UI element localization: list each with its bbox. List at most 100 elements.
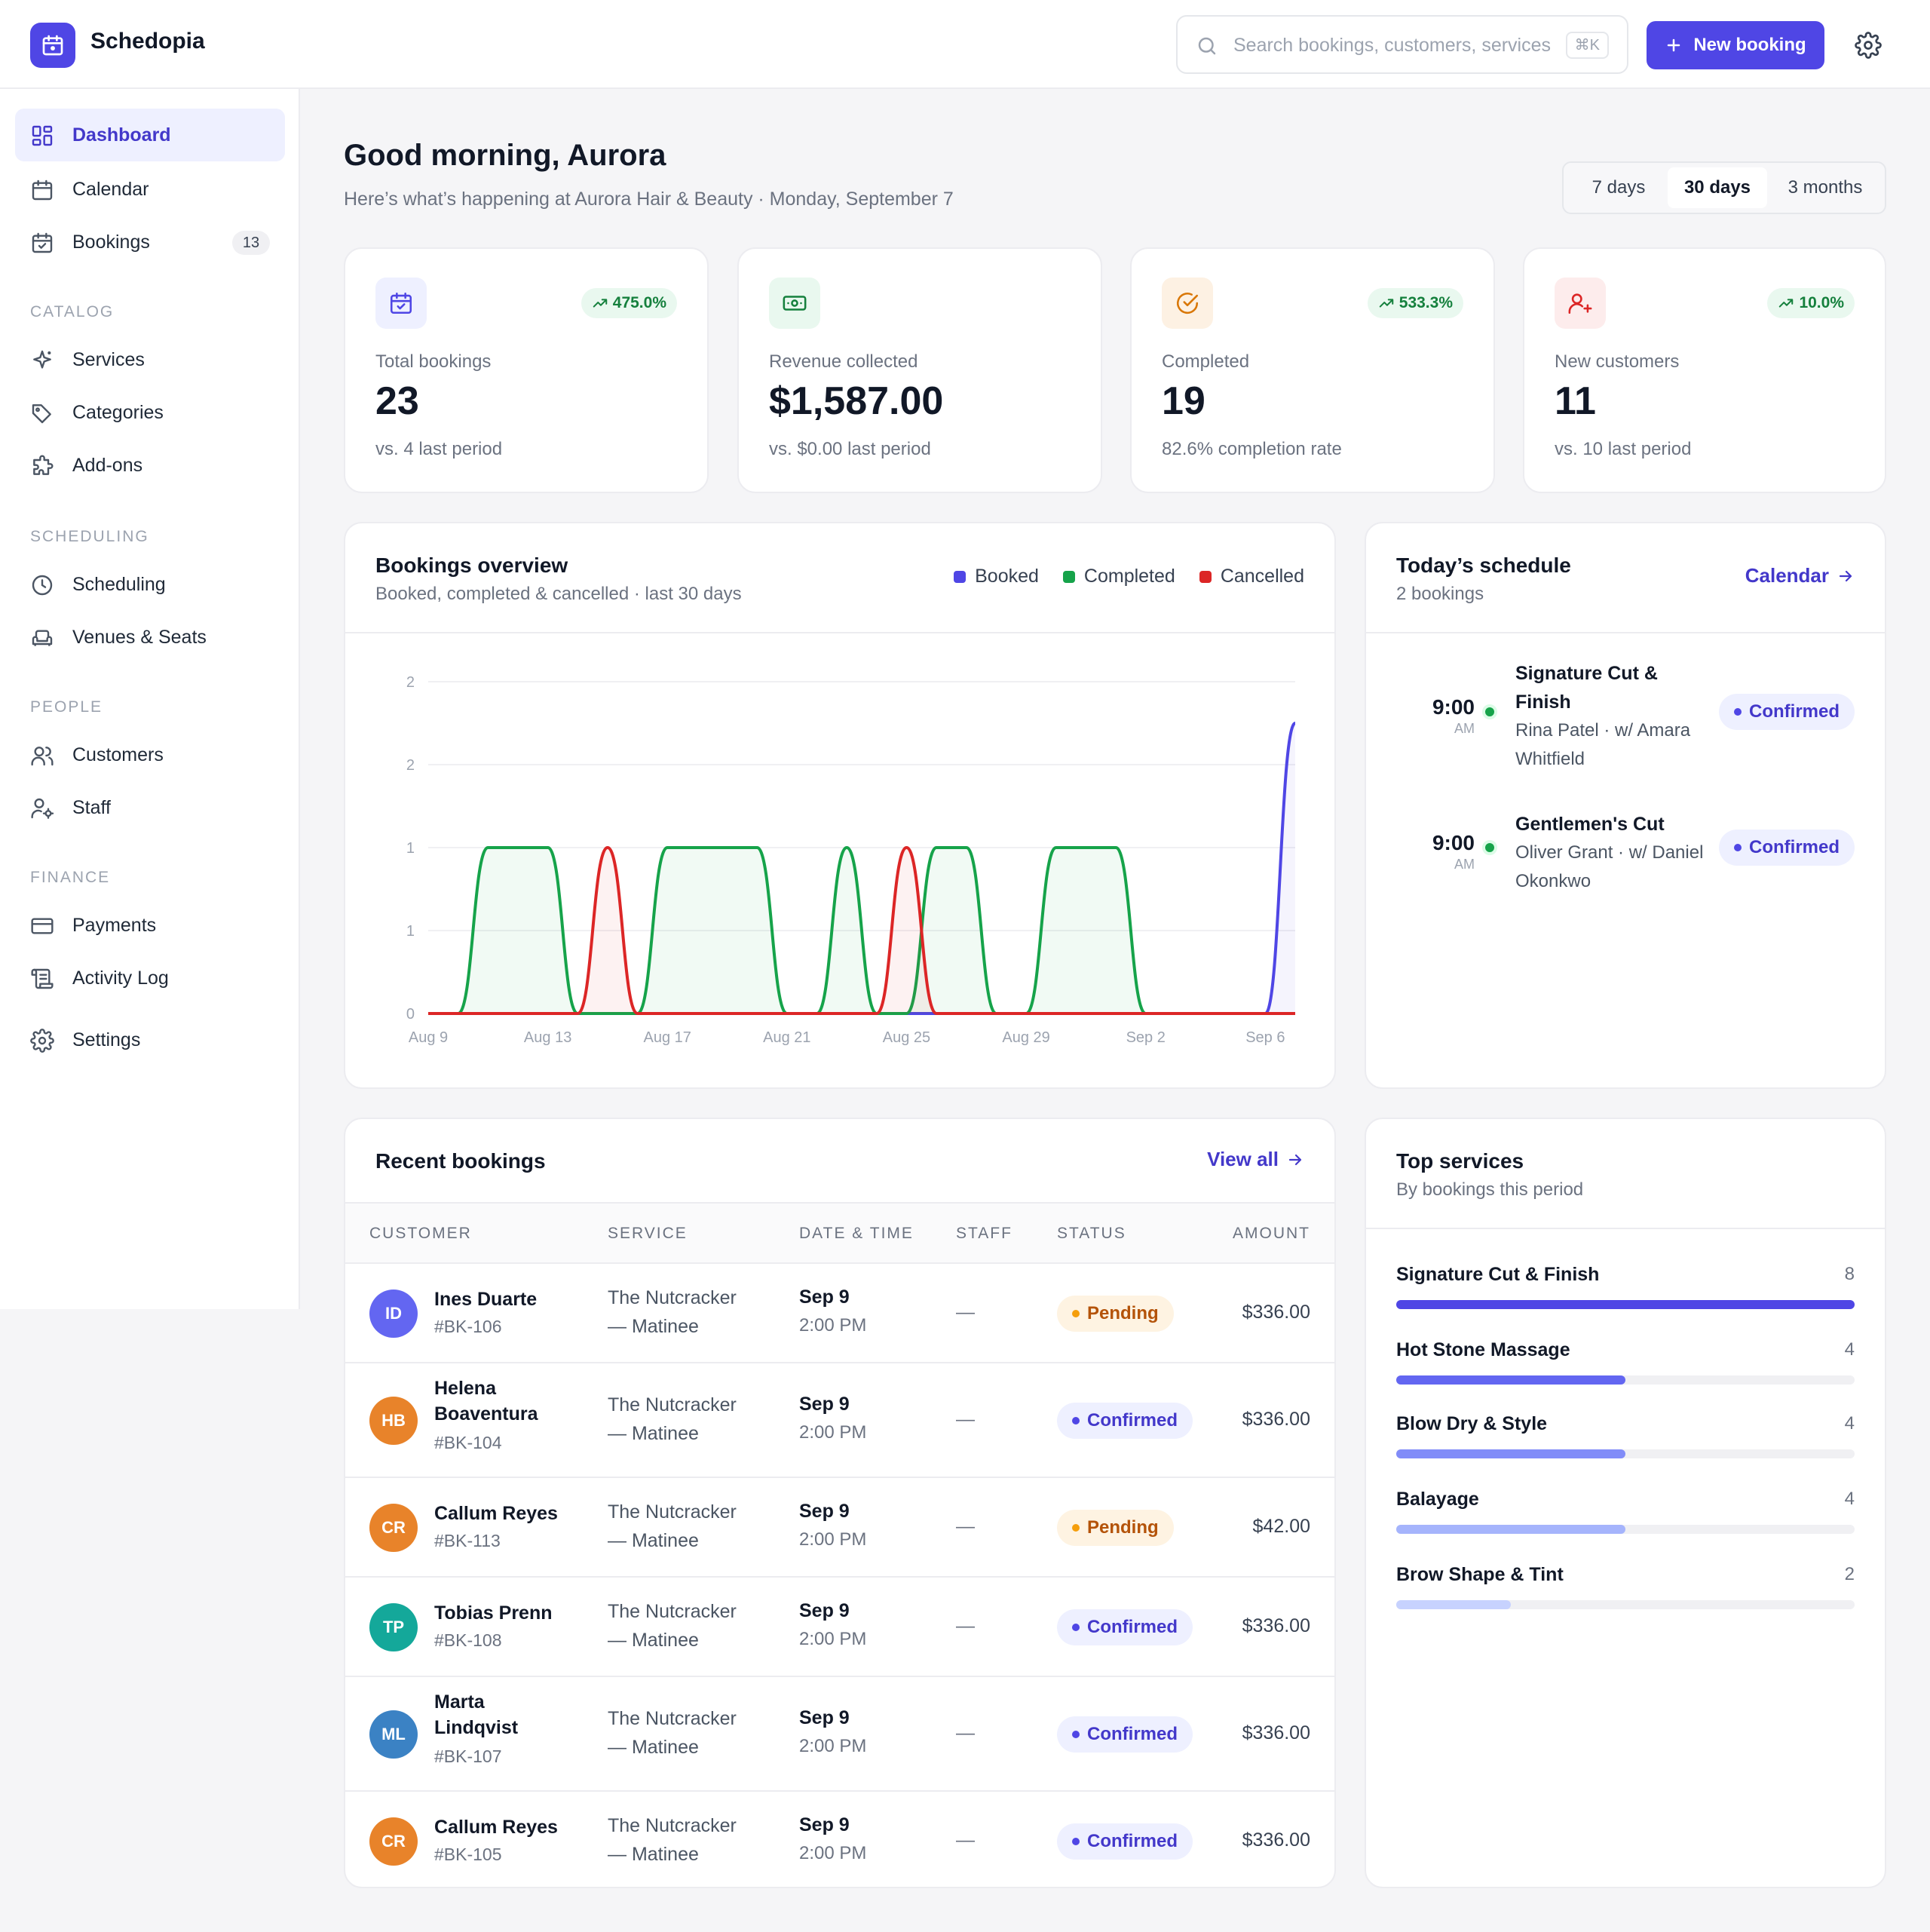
avatar: CR [369, 1817, 418, 1866]
sidebar-item-settings[interactable]: Settings [15, 1014, 285, 1066]
avatar: ML [369, 1710, 418, 1759]
section-scheduling: SCHEDULING [30, 528, 149, 545]
service-bar-fill [1396, 1300, 1855, 1309]
table-row[interactable]: ML Marta Lindqvist #BK-107 The Nutcracke… [345, 1677, 1334, 1792]
kpi-comparison: vs. 10 last period [1555, 439, 1692, 459]
booking-date: Sep 9 [799, 1394, 850, 1415]
view-all-label: View all [1207, 1148, 1279, 1170]
app-name: Schedopia [90, 29, 205, 54]
range-7-days[interactable]: 7 days [1570, 167, 1668, 208]
table-row[interactable]: CR Callum Reyes #BK-113 The Nutcracker —… [345, 1478, 1334, 1578]
chart-legend: Booked Completed Cancelled [954, 566, 1304, 587]
booking-id: #BK-104 [434, 1433, 502, 1452]
puzzle-icon [33, 455, 54, 475]
booking-date: Sep 9 [799, 1501, 850, 1522]
kpi-value: 11 [1555, 379, 1596, 423]
trend-badge: 10.0% [1767, 288, 1855, 318]
range-3-months[interactable]: 3 months [1770, 167, 1880, 208]
service-count: 4 [1844, 1413, 1855, 1434]
sidebar-item-payments[interactable]: Payments [15, 899, 285, 952]
column-service[interactable]: SERVICE [608, 1225, 688, 1243]
column-date-time[interactable]: DATE & TIME [799, 1225, 914, 1243]
column-status[interactable]: STATUS [1057, 1225, 1126, 1243]
service-count: 4 [1844, 1339, 1855, 1360]
sidebar-item-calendar[interactable]: Calendar [15, 163, 285, 216]
status-dot [1734, 708, 1742, 716]
booking-time: 2:00 PM [799, 1315, 867, 1336]
clock-icon [32, 575, 53, 596]
sidebar: Dashboard Calendar Bookings 13 CATALOG S… [0, 89, 300, 1309]
customer-name: Tobias Prenn [434, 1602, 553, 1624]
schedule-ampm: AM [1454, 721, 1475, 736]
sidebar-item-label: Customers [72, 744, 164, 765]
sidebar-item-bookings[interactable]: Bookings 13 [15, 216, 285, 268]
user-plus-icon [1555, 278, 1606, 329]
schedule-time: 9:00 [1432, 695, 1475, 719]
page-title: Good morning, Aurora [344, 139, 666, 172]
sidebar-item-categories[interactable]: Categories [15, 386, 285, 439]
table-row[interactable]: CR Callum Reyes #BK-105 The Nutcracker —… [345, 1792, 1334, 1887]
booking-id: #BK-107 [434, 1746, 502, 1766]
overview-subtitle: Booked, completed & cancelled · last 30 … [375, 584, 742, 604]
customer-name: Helena Boaventura [434, 1378, 538, 1424]
kpi-value: $1,587.00 [769, 379, 944, 423]
trending-up-icon [1779, 299, 1794, 308]
legend-swatch [954, 570, 967, 583]
sidebar-item-activity-log[interactable]: Activity Log [15, 952, 285, 1004]
status-dot [1072, 1310, 1080, 1317]
kpi-completed: 533.3% Completed 19 82.6% completion rat… [1130, 247, 1495, 493]
settings-gear-icon[interactable] [1855, 32, 1882, 59]
gear-icon [30, 1029, 54, 1053]
table-row[interactable]: HB Helena Boaventura #BK-104 The Nutcrac… [345, 1363, 1334, 1478]
sidebar-item-label: Activity Log [72, 968, 169, 989]
sidebar-item-venues-seats[interactable]: Venues & Seats [15, 611, 285, 664]
range-30-days[interactable]: 30 days [1668, 167, 1767, 208]
column-staff[interactable]: STAFF [956, 1225, 1012, 1243]
app-logo-icon[interactable] [30, 23, 75, 68]
calendar-check-icon [375, 278, 427, 329]
sidebar-item-dashboard[interactable]: Dashboard [15, 109, 285, 161]
y-tick-label: 1 [406, 840, 415, 857]
x-tick-label: Sep 6 [1245, 1029, 1285, 1046]
bookings-overview-card: Bookings overview Booked, completed & ca… [344, 522, 1336, 1089]
booking-id: #BK-108 [434, 1630, 502, 1650]
sidebar-item-scheduling[interactable]: Scheduling [15, 558, 285, 611]
sidebar-item-staff[interactable]: Staff [15, 781, 285, 834]
x-tick-label: Aug 21 [763, 1029, 810, 1046]
staff-name: — [956, 1722, 975, 1743]
service-name: The Nutcracker — Matinee [608, 1601, 737, 1651]
schedule-time: 9:00 [1432, 831, 1475, 854]
status-dot [1072, 1838, 1080, 1845]
status-dot [1734, 844, 1742, 851]
new-booking-button[interactable]: New booking [1647, 21, 1824, 69]
view-all-link[interactable]: View all [1207, 1148, 1304, 1171]
sidebar-item-customers[interactable]: Customers [15, 728, 285, 781]
staff-name: — [956, 1516, 975, 1537]
scroll-icon [31, 968, 54, 989]
status-label: Confirmed [1749, 701, 1840, 722]
sidebar-item-services[interactable]: Services [15, 333, 285, 386]
trend-value: 10.0% [1799, 294, 1844, 311]
search-icon [1198, 37, 1216, 55]
trend-value: 475.0% [612, 294, 666, 311]
kpi-total-bookings: 475.0% Total bookings 23 vs. 4 last peri… [344, 247, 709, 493]
top-services-title: Top services [1396, 1149, 1524, 1173]
top-services-subtitle: By bookings this period [1396, 1179, 1584, 1200]
calendar-link[interactable]: Calendar [1745, 564, 1855, 587]
sparkle-icon [33, 350, 51, 369]
avatar: TP [369, 1603, 418, 1651]
service-name: Balayage [1396, 1489, 1479, 1510]
kpi-comparison: vs. 4 last period [375, 439, 503, 459]
table-row[interactable]: TP Tobias Prenn #BK-108 The Nutcracker —… [345, 1578, 1334, 1677]
search-input[interactable]: Search bookings, customers, services ⌘K [1176, 15, 1628, 74]
table-row[interactable]: ID Ines Duarte #BK-106 The Nutcracker — … [345, 1264, 1334, 1363]
staff-name: — [956, 1829, 975, 1851]
booking-id: #BK-105 [434, 1845, 502, 1864]
amount: $336.00 [1242, 1409, 1310, 1430]
service-name: The Nutcracker — Matinee [608, 1708, 737, 1758]
column-customer[interactable]: CUSTOMER [369, 1225, 472, 1243]
column-amount[interactable]: AMOUNT [1233, 1225, 1310, 1243]
schedule-ampm: AM [1454, 857, 1475, 872]
status-badge: Pending [1057, 1510, 1174, 1546]
sidebar-item-add-ons[interactable]: Add-ons [15, 439, 285, 492]
